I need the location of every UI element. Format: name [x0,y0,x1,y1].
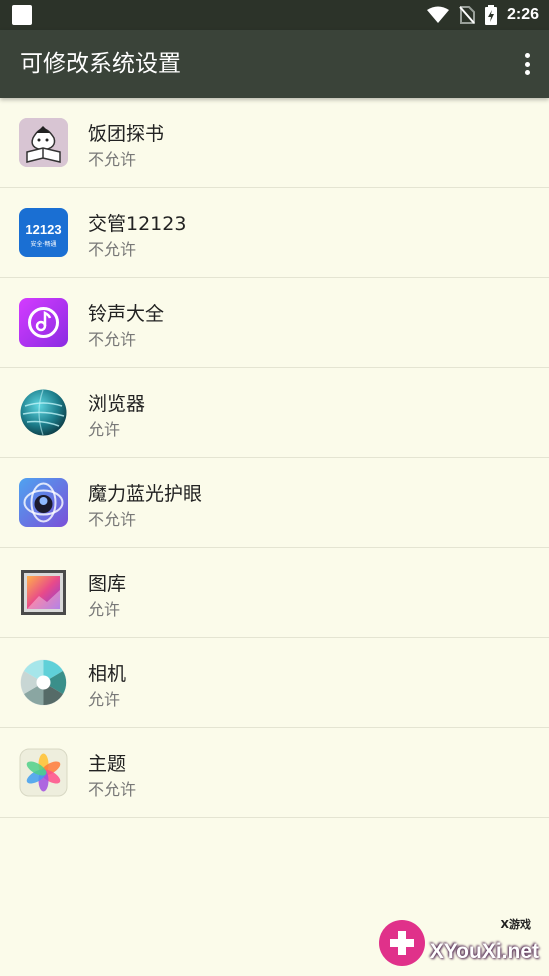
battery-charging-icon [484,5,497,25]
permission-status: 不允许 [88,510,137,529]
app-name: 铃声大全 [88,303,165,325]
permission-status: 不允许 [88,240,137,259]
permission-status: 不允许 [88,780,137,799]
traffic-number-text: 12123 [25,222,61,237]
app-name: 主题 [88,753,127,775]
permission-status: 不允许 [88,150,137,169]
overflow-menu-icon[interactable] [519,50,535,78]
app-name: 相机 [88,663,127,685]
app-bar: 可修改系统设置 [0,30,549,98]
fantuan-book-icon [19,118,68,167]
browser-globe-icon [19,388,68,437]
app-name: 交管12123 [88,213,187,235]
watermark-text: XYouXi.net [429,940,539,963]
watermark-small-text: X游戏 [500,918,531,931]
gamepad-logo-icon [379,920,425,966]
list-item[interactable]: 主题 不允许 [0,728,549,818]
list-item[interactable]: 铃声大全 不允许 [0,278,549,368]
wifi-icon [426,6,449,23]
app-permission-list: 饭团探书 不允许 12123 安全·畅通 交管12123 不允许 铃声大全 不允… [0,98,549,818]
notification-icon [12,5,32,25]
permission-status: 允许 [88,420,121,439]
list-item[interactable]: 饭团探书 不允许 [0,98,549,188]
permission-status: 允许 [88,600,121,619]
app-name: 魔力蓝光护眼 [88,483,203,505]
list-item[interactable]: 12123 安全·畅通 交管12123 不允许 [0,188,549,278]
app-name: 浏览器 [88,393,146,415]
list-item[interactable]: 相机 允许 [0,638,549,728]
traffic-slogan-text: 安全·畅通 [31,240,57,248]
list-item[interactable]: 图库 允许 [0,548,549,638]
theme-flower-icon [19,748,68,797]
camera-shutter-icon [19,658,68,707]
permission-status: 不允许 [88,330,137,349]
list-item[interactable]: 浏览器 允许 [0,368,549,458]
status-time: 2:26 [506,6,539,23]
ringtone-music-icon [19,298,68,347]
app-name: 图库 [88,573,127,595]
list-item[interactable]: 魔力蓝光护眼 不允许 [0,458,549,548]
eye-care-icon [19,478,68,527]
watermark: X游戏 XYouXi.net [373,916,543,968]
permission-status: 允许 [88,690,121,709]
status-icons: 2:26 [426,0,539,30]
gallery-icon [19,568,68,617]
status-bar: 2:26 [0,0,549,30]
no-sim-icon [459,6,475,24]
page-title: 可修改系统设置 [20,51,181,77]
app-name: 饭团探书 [88,123,165,145]
traffic-12123-icon: 12123 安全·畅通 [19,208,68,257]
